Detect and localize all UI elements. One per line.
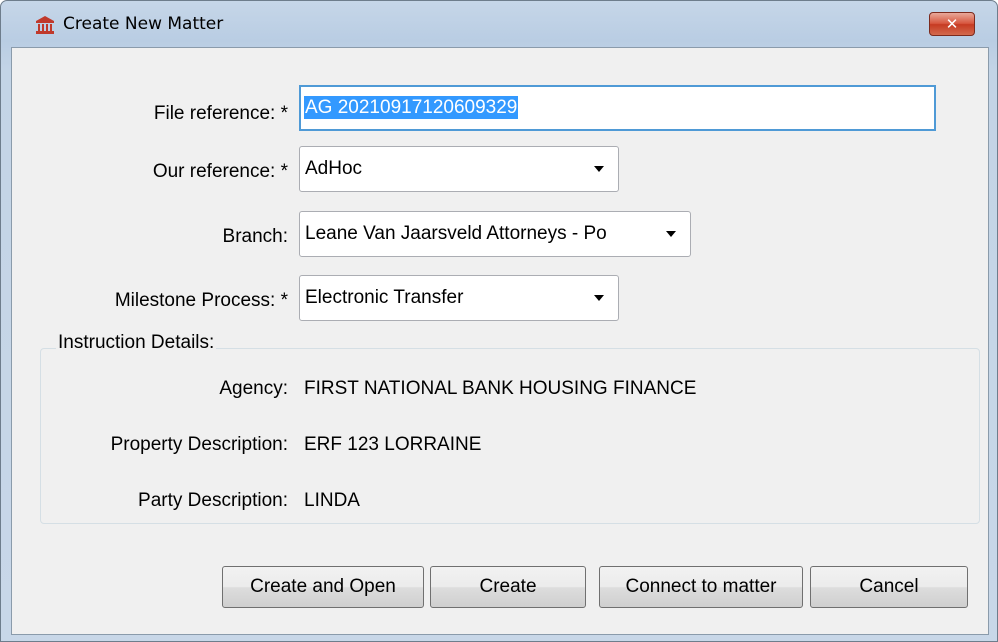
milestone-process-value: Electronic Transfer — [305, 287, 464, 308]
agency-value: FIRST NATIONAL BANK HOUSING FINANCE — [304, 378, 697, 399]
dialog-window: Create New Matter ✕ File reference: * AG… — [0, 0, 998, 642]
dialog-body: File reference: * AG 20210917120609329 O… — [11, 47, 989, 635]
branch-value: Leane Van Jaarsveld Attorneys - Po — [305, 223, 607, 244]
party-description-value: LINDA — [304, 490, 360, 511]
file-reference-input[interactable]: AG 20210917120609329 — [299, 85, 936, 131]
property-description-value: ERF 123 LORRAINE — [304, 434, 482, 455]
window-title: Create New Matter — [63, 14, 224, 34]
building-columns-icon — [35, 15, 55, 35]
party-description-label: Party Description: — [138, 490, 288, 511]
title-bar[interactable]: Create New Matter ✕ — [1, 1, 997, 47]
our-reference-value: AdHoc — [305, 158, 363, 179]
our-reference-dropdown[interactable]: AdHoc — [299, 146, 619, 192]
branch-dropdown[interactable]: Leane Van Jaarsveld Attorneys - Po — [299, 211, 691, 257]
chevron-down-icon — [594, 166, 604, 172]
create-button[interactable]: Create — [430, 566, 586, 608]
chevron-down-icon — [594, 295, 604, 301]
property-description-label: Property Description: — [110, 434, 288, 455]
agency-label: Agency: — [219, 378, 288, 399]
file-reference-value: AG 20210917120609329 — [304, 96, 519, 119]
create-and-open-button[interactable]: Create and Open — [222, 566, 424, 608]
close-icon: ✕ — [945, 15, 959, 33]
milestone-process-dropdown[interactable]: Electronic Transfer — [299, 275, 619, 321]
instruction-details-title: Instruction Details: — [56, 332, 217, 354]
milestone-process-label: Milestone Process: * — [114, 290, 288, 311]
cancel-button[interactable]: Cancel — [810, 566, 968, 608]
connect-to-matter-button[interactable]: Connect to matter — [599, 566, 803, 608]
branch-label: Branch: — [222, 226, 288, 247]
file-reference-label: File reference: * — [153, 103, 288, 124]
close-button[interactable]: ✕ — [929, 12, 975, 36]
our-reference-label: Our reference: * — [152, 161, 288, 182]
chevron-down-icon — [666, 231, 676, 237]
